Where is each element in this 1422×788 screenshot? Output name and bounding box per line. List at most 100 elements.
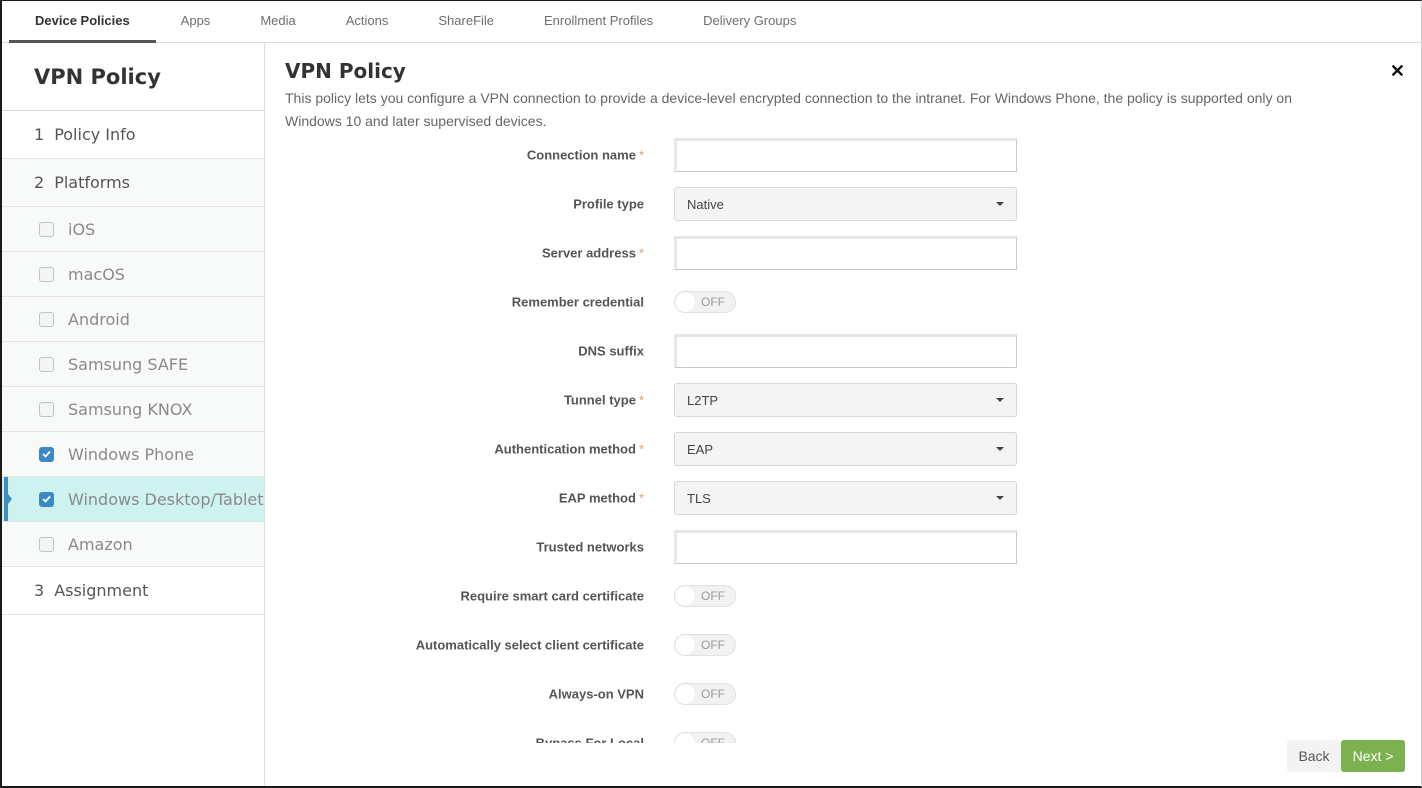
platform-label: iOS bbox=[68, 219, 96, 239]
profile-type-select[interactable]: Native bbox=[674, 187, 1017, 221]
tab-media[interactable]: Media bbox=[235, 1, 320, 42]
eap-method-select[interactable]: TLS bbox=[674, 481, 1017, 515]
checkbox[interactable] bbox=[39, 401, 54, 417]
checkbox[interactable] bbox=[39, 356, 54, 372]
field-label: Trusted networks bbox=[536, 539, 644, 555]
step-number: 2 bbox=[34, 173, 45, 192]
checkmark-icon bbox=[42, 450, 51, 458]
field-connection-name: Connection name * bbox=[266, 138, 1026, 172]
checkmark-icon bbox=[42, 495, 51, 503]
toggle-state: OFF bbox=[701, 687, 725, 701]
field-label: Authentication method bbox=[494, 441, 636, 457]
step-label: Platforms bbox=[54, 173, 130, 192]
field-label: Profile type bbox=[573, 196, 644, 212]
platform-label: macOS bbox=[68, 264, 125, 284]
tab-sharefile[interactable]: ShareFile bbox=[413, 1, 519, 42]
tab-apps[interactable]: Apps bbox=[156, 1, 236, 42]
step-platforms[interactable]: 2 Platforms bbox=[2, 159, 264, 207]
field-label: DNS suffix bbox=[578, 343, 644, 359]
server-address-input[interactable] bbox=[674, 236, 1017, 270]
require-smart-card-toggle[interactable]: OFF bbox=[674, 585, 736, 607]
platform-amazon[interactable]: Amazon bbox=[2, 522, 264, 567]
field-label: Automatically select client certificate bbox=[415, 637, 644, 653]
step-label: Policy Info bbox=[54, 125, 136, 144]
field-label: EAP method bbox=[558, 490, 636, 506]
back-button[interactable]: Back bbox=[1287, 740, 1341, 772]
tab-enrollment-profiles[interactable]: Enrollment Profiles bbox=[519, 1, 678, 42]
checkbox[interactable] bbox=[39, 266, 54, 282]
caret-down-icon bbox=[996, 496, 1004, 500]
toggle-knob bbox=[675, 733, 695, 743]
sidebar-title: VPN Policy bbox=[2, 43, 264, 111]
toggle-knob bbox=[675, 684, 695, 704]
field-eap-method: EAP method * TLS bbox=[266, 481, 1026, 515]
tunnel-type-select[interactable]: L2TP bbox=[674, 383, 1017, 417]
required-marker: * bbox=[638, 245, 644, 261]
field-server-address: Server address * bbox=[266, 236, 1026, 270]
checkbox[interactable] bbox=[39, 536, 54, 552]
platform-windows-phone[interactable]: Windows Phone bbox=[2, 432, 264, 477]
connection-name-input[interactable] bbox=[674, 138, 1017, 172]
authentication-method-select[interactable]: EAP bbox=[674, 432, 1017, 466]
required-marker: * bbox=[638, 441, 644, 457]
wizard-sidebar: VPN Policy 1 Policy Info 2 Platforms iOS… bbox=[2, 43, 265, 786]
toggle-state: OFF bbox=[701, 589, 725, 603]
always-on-vpn-toggle[interactable]: OFF bbox=[674, 683, 736, 705]
step-label: Assignment bbox=[54, 581, 149, 600]
dns-suffix-input[interactable] bbox=[674, 334, 1017, 368]
field-label: Require smart card certificate bbox=[460, 588, 644, 604]
policy-form: ✕ VPN Policy This policy lets you config… bbox=[266, 43, 1421, 786]
bypass-for-local-toggle[interactable]: OFF bbox=[674, 732, 736, 743]
field-profile-type: Profile type Native bbox=[266, 187, 1026, 221]
required-marker: * bbox=[638, 147, 644, 163]
field-trusted-networks: Trusted networks bbox=[266, 530, 1026, 564]
required-marker: * bbox=[638, 392, 644, 408]
select-value: Native bbox=[687, 196, 724, 212]
field-tunnel-type: Tunnel type * L2TP bbox=[266, 383, 1026, 417]
step-number: 3 bbox=[34, 581, 45, 600]
checkbox[interactable] bbox=[39, 446, 54, 462]
toggle-knob bbox=[675, 292, 695, 312]
auto-select-client-cert-toggle[interactable]: OFF bbox=[674, 634, 736, 656]
tab-delivery-groups[interactable]: Delivery Groups bbox=[678, 1, 821, 42]
field-label: Server address bbox=[541, 245, 636, 261]
field-label: Always-on VPN bbox=[548, 686, 644, 702]
caret-down-icon bbox=[996, 202, 1004, 206]
field-authentication-method: Authentication method * EAP bbox=[266, 432, 1026, 466]
step-policy-info[interactable]: 1 Policy Info bbox=[2, 111, 264, 159]
checkbox[interactable] bbox=[39, 311, 54, 327]
platform-windows-desktop-tablet[interactable]: Windows Desktop/Tablet bbox=[2, 477, 264, 522]
field-auto-select-client-cert: Automatically select client certificate … bbox=[266, 628, 1026, 662]
step-number: 1 bbox=[34, 125, 45, 144]
field-label: Connection name bbox=[526, 147, 636, 163]
caret-down-icon bbox=[996, 447, 1004, 451]
checkbox[interactable] bbox=[39, 491, 54, 507]
toggle-state: OFF bbox=[701, 295, 725, 309]
platform-label: Windows Phone bbox=[68, 444, 195, 464]
platform-ios[interactable]: iOS bbox=[2, 207, 264, 252]
field-label: Remember credential bbox=[511, 294, 644, 310]
toggle-knob bbox=[675, 586, 695, 606]
platform-label: Amazon bbox=[68, 534, 133, 554]
select-value: TLS bbox=[687, 490, 711, 506]
select-value: L2TP bbox=[687, 392, 719, 408]
caret-down-icon bbox=[996, 398, 1004, 402]
toggle-state: OFF bbox=[701, 638, 725, 652]
tab-actions[interactable]: Actions bbox=[321, 1, 414, 42]
field-remember-credential: Remember credential OFF bbox=[266, 285, 1026, 319]
trusted-networks-input[interactable] bbox=[674, 530, 1017, 564]
step-assignment[interactable]: 3 Assignment bbox=[2, 567, 264, 615]
field-label: Bypass For Local bbox=[535, 735, 644, 744]
remember-credential-toggle[interactable]: OFF bbox=[674, 291, 736, 313]
platform-macos[interactable]: macOS bbox=[2, 252, 264, 297]
platform-label: Android bbox=[68, 309, 130, 329]
platform-android[interactable]: Android bbox=[2, 297, 264, 342]
next-button[interactable]: Next > bbox=[1341, 740, 1405, 772]
tab-device-policies[interactable]: Device Policies bbox=[9, 1, 156, 43]
toggle-state: OFF bbox=[701, 736, 725, 743]
checkbox[interactable] bbox=[39, 221, 54, 237]
platform-label: Samsung SAFE bbox=[68, 354, 189, 374]
top-navigation: Device Policies Apps Media Actions Share… bbox=[2, 1, 1421, 43]
platform-samsung-knox[interactable]: Samsung KNOX bbox=[2, 387, 264, 432]
platform-samsung-safe[interactable]: Samsung SAFE bbox=[2, 342, 264, 387]
